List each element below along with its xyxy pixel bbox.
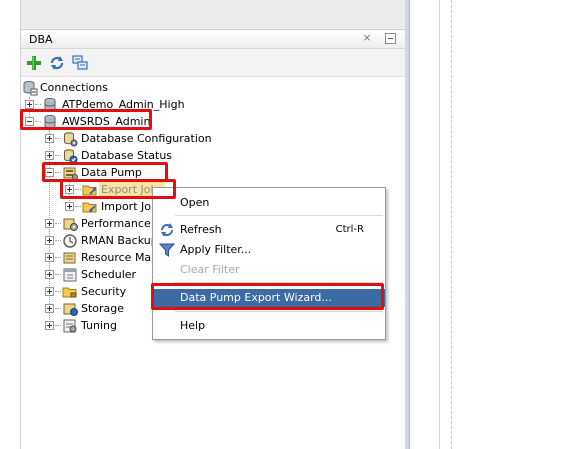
- expand-icon[interactable]: [65, 202, 74, 211]
- annotation-box-export-wizard: [151, 283, 384, 310]
- tree-connector: [55, 257, 61, 258]
- menu-item-label: Apply Filter...: [180, 243, 252, 256]
- menu-item-help[interactable]: Help: [153, 317, 385, 335]
- tree-item-label: Connections: [40, 81, 108, 94]
- expand-icon[interactable]: [25, 100, 34, 109]
- editor-area: [411, 0, 588, 449]
- menu-item-label: Refresh: [180, 223, 222, 236]
- dba-panel-header: DBA ×: [21, 29, 406, 49]
- menu-item-shortcut: Ctrl-R: [335, 224, 364, 235]
- database-configuration-icon: [62, 131, 78, 147]
- connections-icon: [22, 80, 38, 96]
- tree-connector: [35, 104, 41, 105]
- tree-connector: [55, 223, 61, 224]
- add-connection-icon[interactable]: [25, 54, 43, 72]
- editor-margin-line: [439, 0, 440, 449]
- filter-icon: [158, 242, 176, 258]
- menu-separator: [175, 311, 383, 312]
- annotation-box-awsrds-admin: [20, 109, 152, 130]
- tree-connector: [55, 274, 61, 275]
- expand-icon[interactable]: [45, 270, 54, 279]
- expand-icon[interactable]: [45, 219, 54, 228]
- tree-connector: [55, 291, 61, 292]
- tree-item-database-configuration[interactable]: Database Configuration: [21, 130, 241, 147]
- tree-connector: [55, 138, 61, 139]
- panel-splitter[interactable]: [405, 0, 410, 449]
- context-menu: Open Refresh Ctrl-R Apply Filter... Clea…: [152, 187, 386, 340]
- menu-item-apply-filter[interactable]: Apply Filter...: [153, 241, 385, 259]
- menu-item-refresh[interactable]: Refresh Ctrl-R: [153, 221, 385, 239]
- menu-item-label: Open: [180, 196, 210, 209]
- tree-connector: [55, 308, 61, 309]
- schema-browser-icon[interactable]: [71, 54, 89, 72]
- expand-icon[interactable]: [45, 134, 54, 143]
- tree-item-label: Scheduler: [81, 268, 137, 281]
- close-icon[interactable]: ×: [361, 32, 373, 44]
- menu-item-label: Help: [180, 319, 206, 332]
- security-folder-icon: [62, 284, 78, 300]
- tree-item-connections[interactable]: Connections: [21, 79, 221, 96]
- dba-toolbar: [21, 51, 406, 75]
- expand-icon[interactable]: [45, 236, 54, 245]
- tree-item-label: Performance: [81, 217, 151, 230]
- tree-item-label: Security: [81, 285, 127, 298]
- refresh-icon[interactable]: [48, 54, 66, 72]
- tree-connector: [75, 206, 81, 207]
- tree-item-label: Tuning: [81, 319, 118, 332]
- tuning-icon: [62, 318, 78, 334]
- scheduler-icon: [62, 267, 78, 283]
- menu-item-clear-filter[interactable]: Clear Filter: [153, 261, 385, 279]
- tree-connector: [55, 240, 61, 241]
- menu-item-open[interactable]: Open: [153, 194, 385, 212]
- dba-panel-title: DBA: [29, 33, 53, 46]
- resource-manager-icon: [62, 250, 78, 266]
- expand-icon[interactable]: [45, 287, 54, 296]
- expand-icon[interactable]: [45, 304, 54, 313]
- editor-guide-line: [451, 0, 452, 449]
- tree-connector: [55, 325, 61, 326]
- tree-connector: [55, 155, 61, 156]
- tree-item-label: Database Configuration: [81, 132, 212, 145]
- left-gutter: [0, 0, 20, 449]
- menu-item-label: Clear Filter: [180, 263, 240, 276]
- expand-icon[interactable]: [45, 321, 54, 330]
- rman-backup-icon: [62, 233, 78, 249]
- expand-icon[interactable]: [45, 151, 54, 160]
- storage-icon: [62, 301, 78, 317]
- tree-item-label: Storage: [81, 302, 125, 315]
- annotation-box-export-jobs: [60, 179, 176, 199]
- menu-separator: [175, 215, 383, 216]
- expand-icon[interactable]: [45, 253, 54, 262]
- import-jobs-folder-icon: [82, 199, 98, 215]
- panel-top-area: [21, 0, 406, 28]
- performance-icon: [62, 216, 78, 232]
- refresh-icon: [159, 222, 175, 238]
- minimize-icon[interactable]: [385, 33, 396, 44]
